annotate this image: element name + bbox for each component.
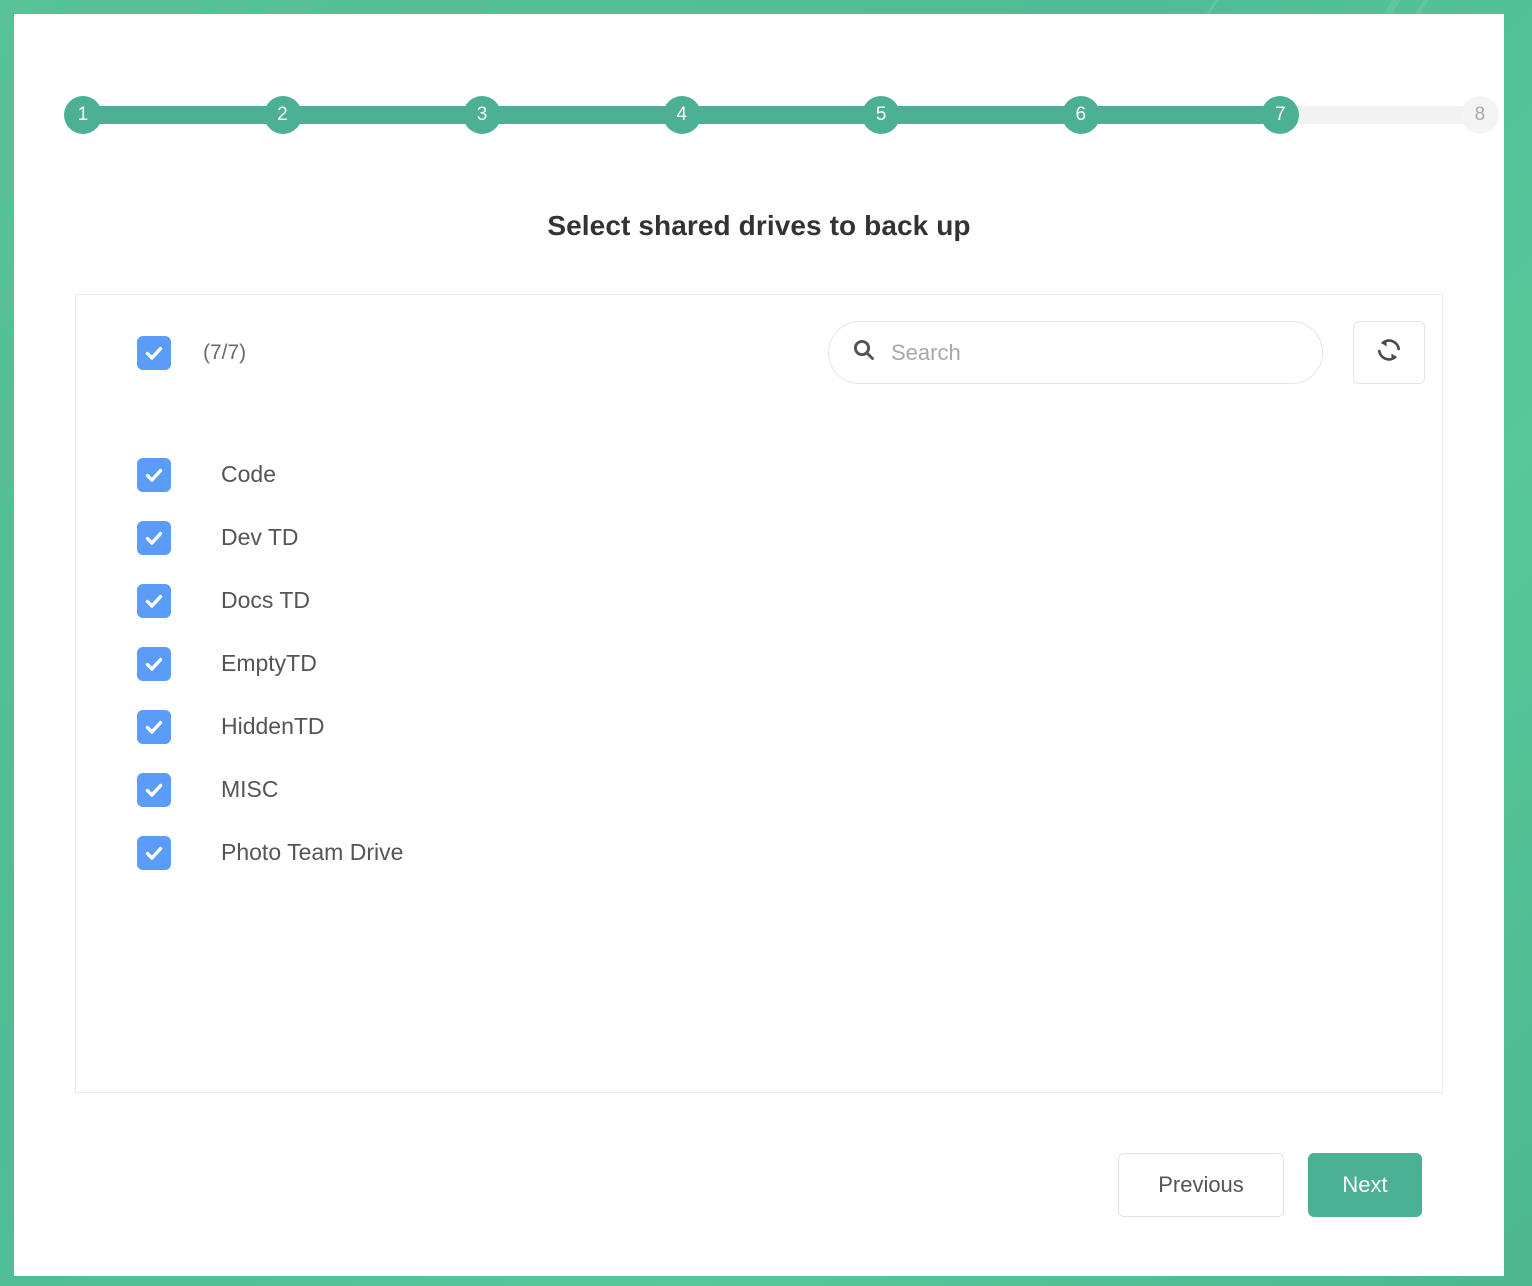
select-all-checkbox[interactable] [137,336,171,370]
drive-label: Dev TD [221,524,299,551]
wizard-card: 1 2 3 4 5 6 7 8 Select shared drives to back up… [14,14,1504,1276]
drive-row[interactable]: EmptyTD [76,632,1442,695]
drive-checkbox[interactable] [137,710,171,744]
drive-checkbox[interactable] [137,647,171,681]
stepper-step-2[interactable]: 2 [264,96,302,134]
drive-row[interactable]: MISC [76,758,1442,821]
shared-drives-list: Code Dev TD Docs TD EmptyTD HiddenTD MISC Phot… [76,443,1442,884]
select-all-row[interactable]: (7/7) [137,336,246,370]
refresh-icon [1375,336,1403,369]
drive-row[interactable]: Dev TD [76,506,1442,569]
refresh-button[interactable] [1353,321,1425,384]
previous-button[interactable]: Previous [1118,1153,1284,1217]
next-button[interactable]: Next [1308,1153,1422,1217]
drive-label: Photo Team Drive [221,839,403,866]
search-box[interactable] [828,321,1323,384]
stepper-step-3[interactable]: 3 [463,96,501,134]
drive-checkbox[interactable] [137,458,171,492]
drive-checkbox[interactable] [137,773,171,807]
drive-label: MISC [221,776,279,803]
drive-checkbox[interactable] [137,836,171,870]
panel-toolbar: (7/7) [76,295,1442,425]
drive-checkbox[interactable] [137,584,171,618]
wizard-footer: Previous Next [1118,1153,1422,1217]
drive-row[interactable]: Photo Team Drive [76,821,1442,884]
stepper-step-4[interactable]: 4 [663,96,701,134]
drive-label: Code [221,461,276,488]
stepper-step-1[interactable]: 1 [64,96,102,134]
stepper-step-8[interactable]: 8 [1461,96,1499,134]
drive-row[interactable]: HiddenTD [76,695,1442,758]
stepper-step-5[interactable]: 5 [862,96,900,134]
drive-checkbox[interactable] [137,521,171,555]
drive-row[interactable]: Code [76,443,1442,506]
drive-label: HiddenTD [221,713,325,740]
shared-drives-panel: (7/7) [75,294,1443,1093]
stepper-step-6[interactable]: 6 [1062,96,1100,134]
search-input[interactable] [891,340,1291,366]
search-icon [851,337,877,368]
drive-row[interactable]: Docs TD [76,569,1442,632]
page-title: Select shared drives to back up [14,210,1504,242]
wizard-stepper: 12345678 [69,90,1494,140]
selected-count-label: (7/7) [203,341,246,365]
drive-label: EmptyTD [221,650,317,677]
stepper-step-7[interactable]: 7 [1261,96,1299,134]
drive-label: Docs TD [221,587,310,614]
